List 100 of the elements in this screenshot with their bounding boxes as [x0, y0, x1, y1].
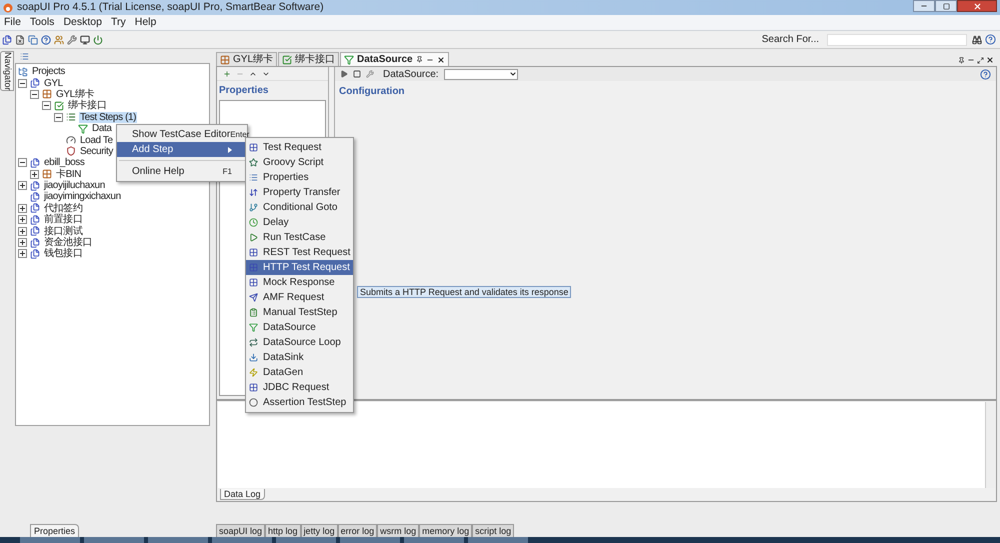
menu-item[interactable]: Manual TestStep: [246, 305, 353, 320]
menu-item[interactable]: Properties: [246, 170, 353, 185]
help-icon[interactable]: [41, 34, 51, 44]
scrollbar[interactable]: [985, 402, 995, 488]
menu-item[interactable]: DataSource Loop: [246, 335, 353, 350]
menu-item[interactable]: Add Step: [117, 142, 247, 157]
log-tab[interactable]: http log: [265, 524, 301, 537]
list-icon[interactable]: [20, 52, 29, 60]
tree-item[interactable]: 卡BIN: [55, 168, 82, 180]
menu-item[interactable]: Desktop: [63, 14, 102, 30]
collapse-toggle[interactable]: [54, 112, 63, 122]
menu-item[interactable]: Try: [110, 14, 126, 30]
navigator-side-tab[interactable]: Navigator: [0, 51, 14, 91]
help-icon[interactable]: [985, 34, 996, 45]
expand-toggle[interactable]: [18, 226, 27, 236]
menu-item[interactable]: Test Request: [246, 140, 353, 155]
tree-item[interactable]: jiaoyimingxichaxun: [43, 191, 122, 202]
tree-item[interactable]: 前置接口: [43, 214, 84, 226]
play-icon[interactable]: [340, 70, 348, 78]
menu-item[interactable]: Show TestCase EditorEnter: [117, 127, 247, 142]
expand-toggle[interactable]: [18, 181, 27, 190]
menu-item[interactable]: HTTP Test Request: [246, 260, 353, 275]
shield-icon: [66, 146, 76, 156]
menu-item[interactable]: DataSource: [246, 320, 353, 335]
menu-item[interactable]: Help: [134, 14, 156, 30]
log-tab[interactable]: jetty log: [300, 524, 338, 537]
wrench-icon[interactable]: [67, 34, 77, 44]
menu-item[interactable]: Online Help F1: [117, 164, 247, 179]
expand-toggle[interactable]: [18, 204, 27, 213]
collapse-toggle[interactable]: [30, 90, 39, 99]
menu-item[interactable]: Conditional Goto: [246, 200, 353, 215]
document-icon[interactable]: [15, 34, 25, 44]
properties-tab[interactable]: Properties: [30, 524, 80, 537]
tree-item[interactable]: 资金池接口: [43, 237, 94, 248]
tree-item[interactable]: 代扣签约: [43, 202, 84, 214]
grid-icon: [42, 89, 52, 100]
menu-item[interactable]: Delay: [246, 215, 353, 230]
expand-toggle[interactable]: [18, 249, 27, 258]
tree-item[interactable]: Projects: [31, 66, 66, 78]
search-field[interactable]: [827, 34, 967, 46]
menu-item[interactable]: REST Test Request: [246, 245, 353, 260]
minimize-button[interactable]: [913, 0, 935, 12]
pin-icon[interactable]: [416, 56, 423, 63]
editor-tab[interactable]: GYL绑卡: [216, 52, 278, 66]
editor-tab[interactable]: DataSource: [340, 52, 449, 66]
pin-icon[interactable]: [958, 56, 965, 64]
datasource-dropdown[interactable]: [444, 68, 518, 80]
help-icon[interactable]: [980, 68, 991, 80]
expand-toggle[interactable]: [30, 170, 39, 179]
menu-item[interactable]: DataGen: [246, 365, 353, 380]
tree-item[interactable]: Security: [79, 146, 114, 157]
collapse-toggle[interactable]: [18, 158, 27, 168]
menu-item[interactable]: JDBC Request: [246, 380, 353, 395]
menu-item[interactable]: Property Transfer: [246, 185, 353, 200]
menu-item[interactable]: Mock Response: [246, 275, 353, 290]
log-tab[interactable]: wsrm log: [377, 524, 420, 537]
menu-item[interactable]: Run TestCase: [246, 230, 353, 245]
data-log-tab[interactable]: Data Log: [220, 489, 265, 500]
log-tab[interactable]: error log: [338, 524, 378, 537]
checkmark-icon: [54, 100, 64, 111]
tree-item[interactable]: Load Te: [79, 134, 114, 146]
close-icon[interactable]: [436, 56, 445, 64]
menu-item[interactable]: DataSink: [246, 350, 353, 365]
tree-item[interactable]: jiaoyijiluchaxun: [43, 180, 106, 192]
tree-item[interactable]: 绑卡接口: [67, 100, 108, 112]
documents-icon[interactable]: [2, 34, 12, 44]
expand-toggle[interactable]: [18, 238, 27, 248]
maximize-button[interactable]: [935, 0, 957, 12]
close-icon[interactable]: [986, 56, 994, 64]
log-tab[interactable]: memory log: [419, 524, 472, 537]
add-icon[interactable]: [223, 70, 231, 78]
log-tab[interactable]: script log: [472, 524, 514, 537]
tree-item[interactable]: 钱包接口: [43, 248, 84, 260]
documents-icon: [30, 238, 40, 248]
wrench-icon[interactable]: [366, 70, 374, 78]
menu-item[interactable]: AMF Request: [246, 290, 353, 305]
people-icon[interactable]: [54, 34, 64, 44]
tree-item[interactable]: 接口测试: [43, 226, 84, 237]
maximize-icon[interactable]: [977, 56, 984, 64]
stop-icon[interactable]: [353, 70, 361, 78]
binoculars-icon[interactable]: [972, 34, 982, 44]
menu-item[interactable]: File: [4, 14, 21, 30]
menu-item[interactable]: Groovy Script: [246, 155, 353, 170]
close-icon: [972, 2, 982, 10]
tree-item[interactable]: GYL: [43, 78, 64, 89]
editor-tab[interactable]: 绑卡接口: [278, 52, 340, 66]
tree-item[interactable]: Data: [91, 123, 113, 134]
expand-toggle[interactable]: [18, 215, 27, 224]
menu-item[interactable]: Assertion TestStep: [246, 395, 353, 410]
log-tab[interactable]: soapUI log: [216, 524, 266, 537]
copy-icon[interactable]: [28, 34, 38, 44]
power-icon[interactable]: [93, 34, 103, 44]
tree-item[interactable]: GYL绑卡: [55, 88, 96, 100]
tree-item[interactable]: Test Steps (1): [79, 112, 138, 123]
tree-item[interactable]: ebill_boss: [43, 157, 86, 168]
close-button[interactable]: [957, 0, 997, 12]
collapse-toggle[interactable]: [18, 78, 27, 88]
collapse-toggle[interactable]: [42, 101, 51, 110]
menu-item[interactable]: Tools: [30, 14, 54, 30]
monitor-icon[interactable]: [80, 34, 90, 44]
